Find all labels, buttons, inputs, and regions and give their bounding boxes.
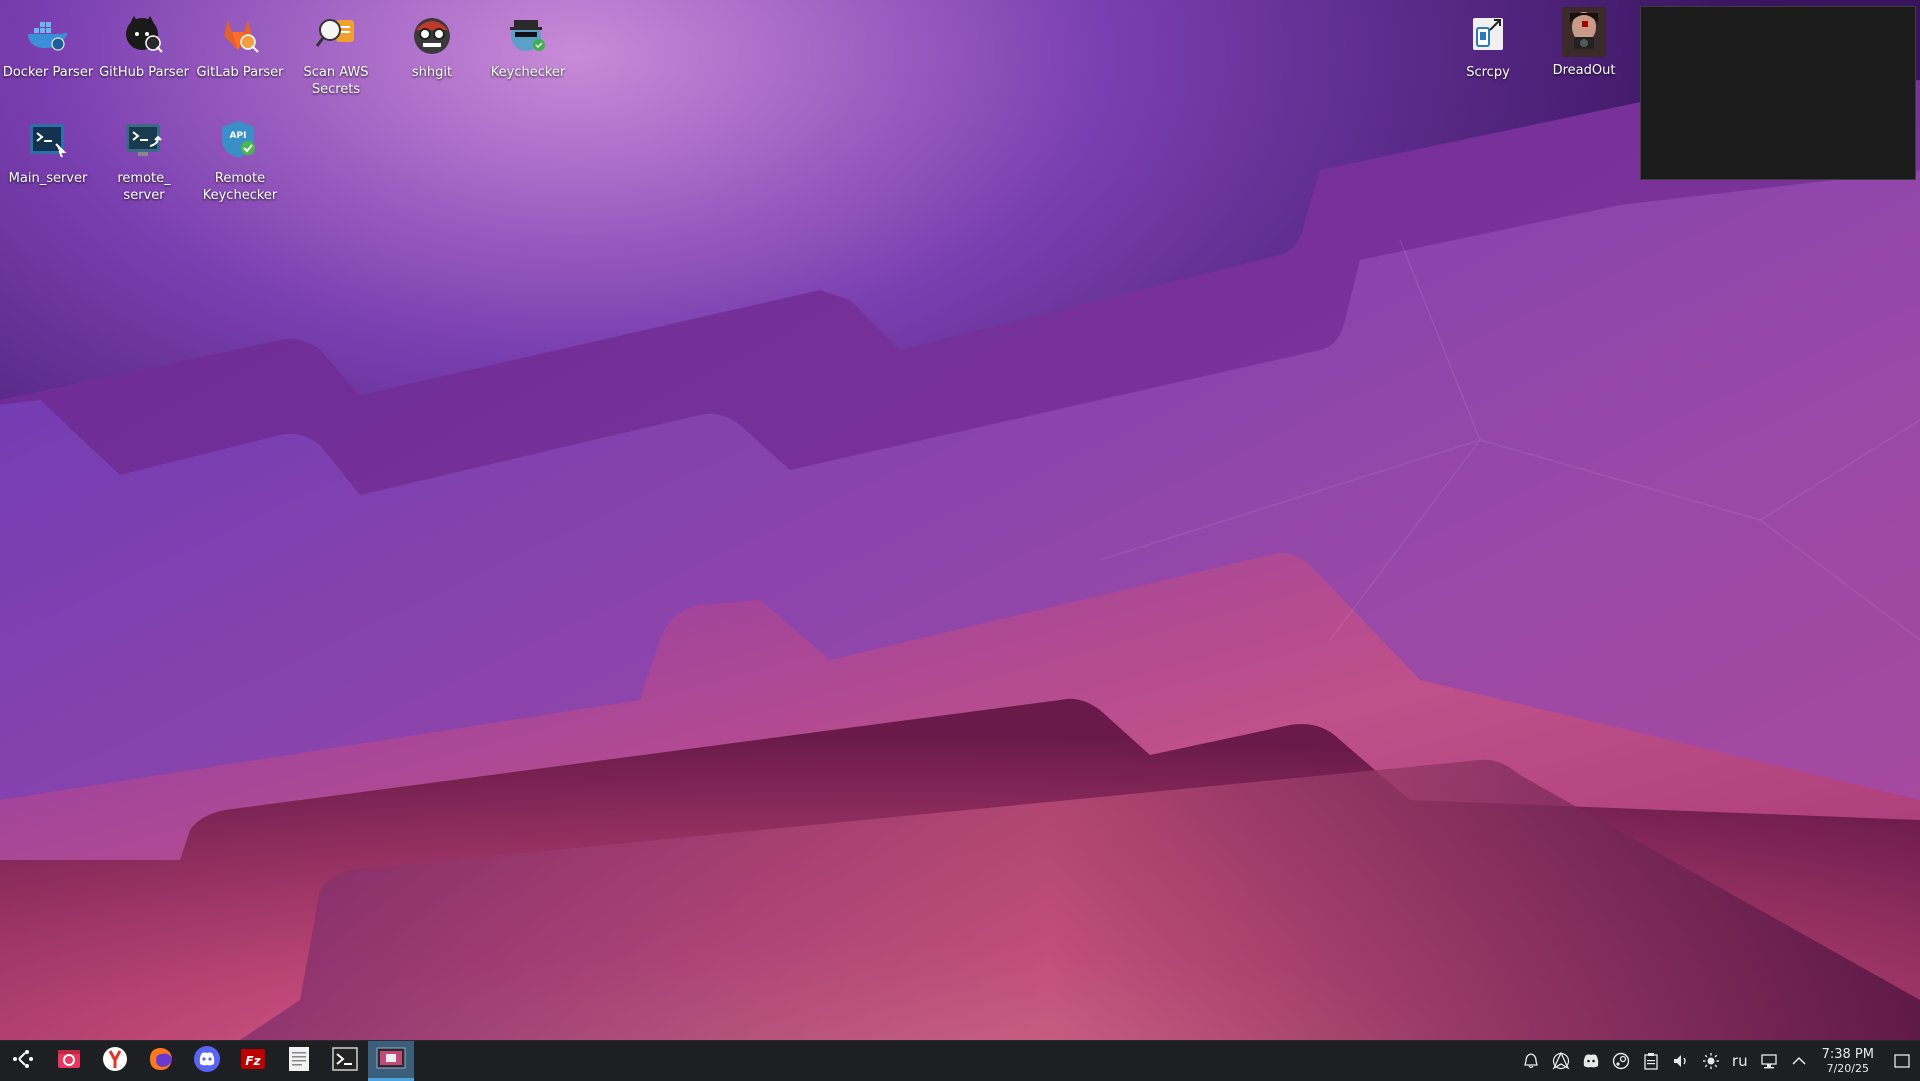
desktop-icon-remote-server[interactable]: remote_ server	[96, 116, 192, 204]
dreadout-icon	[1560, 7, 1608, 57]
volume-icon[interactable]	[1666, 1041, 1696, 1081]
aws-scan-icon	[312, 10, 360, 58]
desktop-icon-gitlab-parser[interactable]: GitLab Parser	[192, 10, 288, 81]
yandex-icon	[102, 1046, 128, 1076]
discord-icon	[193, 1045, 221, 1077]
terminal-icon	[332, 1047, 358, 1075]
app-launcher-button[interactable]	[0, 1041, 46, 1081]
desktop-icon-github-parser[interactable]: GitHub Parser	[96, 10, 192, 81]
desktop-icon-label: Remote Keychecker	[202, 171, 278, 203]
desktop-icon-main-server[interactable]: Main_server	[0, 116, 96, 187]
desktop-icon-label: Main_server	[8, 171, 88, 186]
desktop-icon-scrcpy[interactable]: Scrcpy	[1440, 10, 1536, 81]
desktop-icon-remote-keychecker[interactable]: API Remote Keychecker	[192, 116, 288, 204]
desktop-icon-label: GitHub Parser	[99, 65, 189, 80]
taskbar-screenshot-app[interactable]	[46, 1041, 92, 1081]
svg-text:Fz: Fz	[245, 1054, 261, 1068]
desktop-icon-scan-aws-secrets[interactable]: Scan AWS Secrets	[288, 10, 384, 98]
desktop-widget-panel[interactable]	[1640, 6, 1916, 180]
taskbar-firefox[interactable]	[138, 1041, 184, 1081]
docker-icon	[24, 10, 72, 58]
notifications-bell-icon[interactable]	[1516, 1041, 1546, 1081]
taskbar: Fz ru 7:38 PM 7/20/25	[0, 1040, 1920, 1081]
kde-launcher-icon	[11, 1047, 35, 1075]
arch-update-icon[interactable]	[1546, 1041, 1576, 1081]
taskbar-filezilla[interactable]: Fz	[230, 1041, 276, 1081]
scrcpy-icon	[1464, 10, 1512, 58]
desktop-icon-label: Docker Parser	[2, 65, 94, 80]
desktop-icon-label: Keychecker	[490, 65, 566, 80]
desktop-icon-label: GitLab Parser	[196, 65, 284, 80]
api-shield-icon: API	[216, 116, 264, 164]
network-icon[interactable]	[1754, 1041, 1784, 1081]
brightness-icon[interactable]	[1696, 1041, 1726, 1081]
shhgit-icon	[408, 10, 456, 58]
digital-clock[interactable]: 7:38 PM 7/20/25	[1814, 1047, 1884, 1075]
firefox-icon	[148, 1046, 174, 1076]
desktop-icon-label: Scrcpy	[1466, 65, 1510, 80]
gitlab-icon	[216, 10, 264, 58]
taskbar-terminal[interactable]	[322, 1041, 368, 1081]
window-thumb-icon	[376, 1046, 406, 1074]
steam-icon[interactable]	[1606, 1041, 1636, 1081]
desktop-icon-dreadout[interactable]: DreadOut	[1536, 7, 1632, 79]
desktop-icon-label: DreadOut	[1552, 63, 1616, 78]
camera-app-icon	[56, 1046, 82, 1076]
desktop-icon-label: remote_ server	[117, 171, 171, 203]
spy-icon	[504, 10, 552, 58]
chevron-up-icon[interactable]	[1784, 1041, 1814, 1081]
desktop-icon-label: shhgit	[411, 65, 453, 80]
filezilla-icon: Fz	[240, 1046, 266, 1076]
desktop-wallpaper	[0, 0, 1920, 1080]
desktop-icon-shhgit[interactable]: shhgit	[384, 10, 480, 81]
system-tray: ru 7:38 PM 7/20/25	[1516, 1041, 1920, 1081]
keyboard-layout-indicator[interactable]: ru	[1726, 1052, 1754, 1070]
show-desktop-icon[interactable]	[1884, 1041, 1920, 1081]
desktop-icon-keychecker[interactable]: Keychecker	[480, 10, 576, 81]
github-icon	[120, 10, 168, 58]
terminal-icon	[24, 116, 72, 164]
taskbar-discord[interactable]	[184, 1041, 230, 1081]
discord-tray-icon[interactable]	[1576, 1041, 1606, 1081]
taskbar-text-editor[interactable]	[276, 1041, 322, 1081]
taskbar-yandex-browser[interactable]	[92, 1041, 138, 1081]
document-icon	[288, 1046, 310, 1076]
clipboard-icon[interactable]	[1636, 1041, 1666, 1081]
clock-time: 7:38 PM	[1821, 1047, 1874, 1062]
clock-date: 7/20/25	[1826, 1062, 1869, 1075]
remote-terminal-icon	[120, 116, 168, 164]
taskbar-active-window[interactable]	[368, 1041, 414, 1081]
svg-text:API: API	[230, 131, 247, 141]
desktop-icon-docker-parser[interactable]: Docker Parser	[0, 10, 96, 81]
desktop-icon-label: Scan AWS Secrets	[303, 65, 369, 97]
